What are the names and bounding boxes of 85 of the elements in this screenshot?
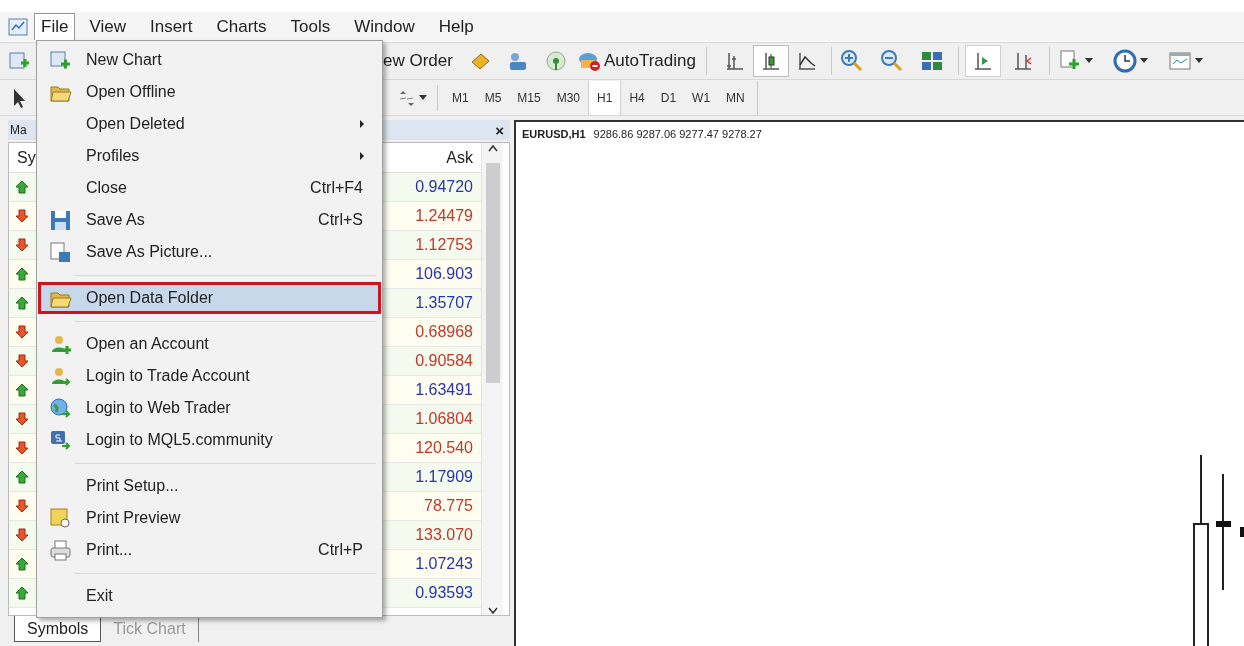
price-cell-text: 1.12753 [415, 235, 474, 255]
timeframe-button[interactable]: M30 [548, 80, 589, 115]
globe-icon [48, 396, 72, 420]
new-order-button[interactable]: ew Order [381, 48, 455, 74]
signal-icon[interactable] [544, 50, 567, 72]
menu-item[interactable]: Tools [284, 13, 337, 40]
price-cell-text: 1.06804 [415, 409, 474, 429]
auto-scroll-button[interactable] [964, 45, 1001, 77]
price-cell-text: 0.68968 [415, 322, 474, 342]
scroll-down-icon [486, 605, 499, 615]
menu-item[interactable]: Open Data Folder [38, 282, 381, 314]
scrollbar-thumb[interactable] [485, 163, 500, 383]
new-chart-icon[interactable] [8, 50, 30, 72]
panel-title: Ma [10, 122, 27, 139]
arrows-icon [397, 89, 415, 106]
menu-item[interactable]: Open Offline [38, 76, 381, 108]
menu-item[interactable]: Charts [210, 13, 273, 40]
price-cell-text: 1.63491 [415, 380, 474, 400]
price-cell-text: 0.93593 [415, 583, 474, 603]
price-cell-text: 1.24479 [415, 206, 474, 226]
menu-item[interactable]: Insert [143, 13, 199, 40]
caret-icon [419, 94, 427, 101]
timeframe-button[interactable]: MN [718, 80, 753, 115]
menu-item[interactable]: New Chart [38, 44, 381, 76]
menu-item[interactable]: Login to Trade Account [38, 360, 381, 392]
menu-item[interactable]: Print Preview [38, 502, 381, 534]
new-chart-icon [48, 48, 72, 72]
autotrading-button[interactable]: AutoTrading [574, 45, 698, 77]
menu-item[interactable]: Close Ctrl+F4 [38, 172, 381, 204]
chart-symbol: EURUSD,H1 [522, 127, 586, 142]
menu-item[interactable]: Login to MQL5.community [38, 424, 381, 456]
column-header[interactable]: Sy [17, 145, 36, 170]
price-cell-text: 133.070 [415, 525, 474, 545]
price-cell-text: 78.775 [424, 496, 474, 516]
menu-item[interactable]: Login to Web Trader [38, 392, 381, 424]
menu-item[interactable]: Open an Account [38, 328, 381, 360]
timeframe-button[interactable]: M15 [509, 80, 549, 115]
zoom-out-icon[interactable] [879, 49, 904, 73]
close-button[interactable]: × [495, 122, 504, 138]
menu-item[interactable]: Exit [38, 580, 381, 612]
app-icon[interactable] [8, 16, 28, 37]
timeframe-button[interactable]: H4 [621, 80, 653, 115]
picture-save-icon [48, 240, 72, 264]
tile-windows-icon[interactable] [919, 49, 944, 73]
template-icon [1167, 49, 1192, 73]
timeframe-button[interactable]: M1 [444, 80, 477, 115]
print-preview-icon [48, 506, 72, 530]
zoom-in-icon[interactable] [839, 49, 864, 73]
price-cell-text: 106.903 [415, 264, 474, 284]
menu-item[interactable]: Print Setup... [38, 470, 381, 502]
price-cell-text: 0.94720 [415, 177, 474, 197]
timeframe-button[interactable]: D1 [652, 80, 685, 115]
price-cell-text: 1.35707 [415, 293, 474, 313]
candlestick [1240, 527, 1244, 537]
price-cell-text: 0.90584 [415, 351, 474, 371]
scroll-up-icon [486, 143, 499, 153]
dropdown-button[interactable] [1112, 49, 1148, 73]
dropdown-button[interactable] [1167, 49, 1203, 73]
price-readout: 9286.86 9287.06 9277.47 9278.27 [593, 127, 762, 142]
chart-type-button[interactable] [752, 45, 789, 77]
price-cell-text: 120.540 [415, 438, 474, 458]
tab[interactable]: Symbols [14, 616, 102, 642]
timeframe-button[interactable]: M5 [476, 80, 510, 115]
caret-icon [1139, 58, 1148, 64]
menu-item[interactable]: Help [432, 13, 480, 40]
menu-item[interactable]: Open Deleted [38, 108, 381, 140]
caret-icon [1084, 58, 1093, 64]
menu-item[interactable]: File [34, 13, 76, 40]
column-header[interactable]: Ask [446, 145, 473, 170]
caret-icon [1194, 58, 1203, 64]
menu-item[interactable]: Save As Ctrl+S [38, 204, 381, 236]
printer-icon [48, 538, 72, 562]
price-cell-text: 1.07243 [415, 554, 474, 574]
timeframe-button[interactable]: W1 [684, 80, 719, 115]
menu-item[interactable]: View [83, 13, 132, 40]
timeframe-button[interactable]: H1 [588, 80, 622, 115]
line-studies-button[interactable] [397, 89, 427, 106]
price-cell-text: 1.17909 [415, 467, 474, 487]
community-login-icon [48, 428, 72, 452]
menu-item[interactable]: Window [348, 13, 421, 40]
menu-item[interactable]: Profiles [38, 140, 381, 172]
menu-item[interactable]: Print... Ctrl+P [38, 534, 381, 566]
menu-item[interactable]: Save As Picture... [38, 236, 381, 268]
clock-icon [1112, 49, 1137, 73]
scrollbar[interactable] [481, 143, 503, 615]
